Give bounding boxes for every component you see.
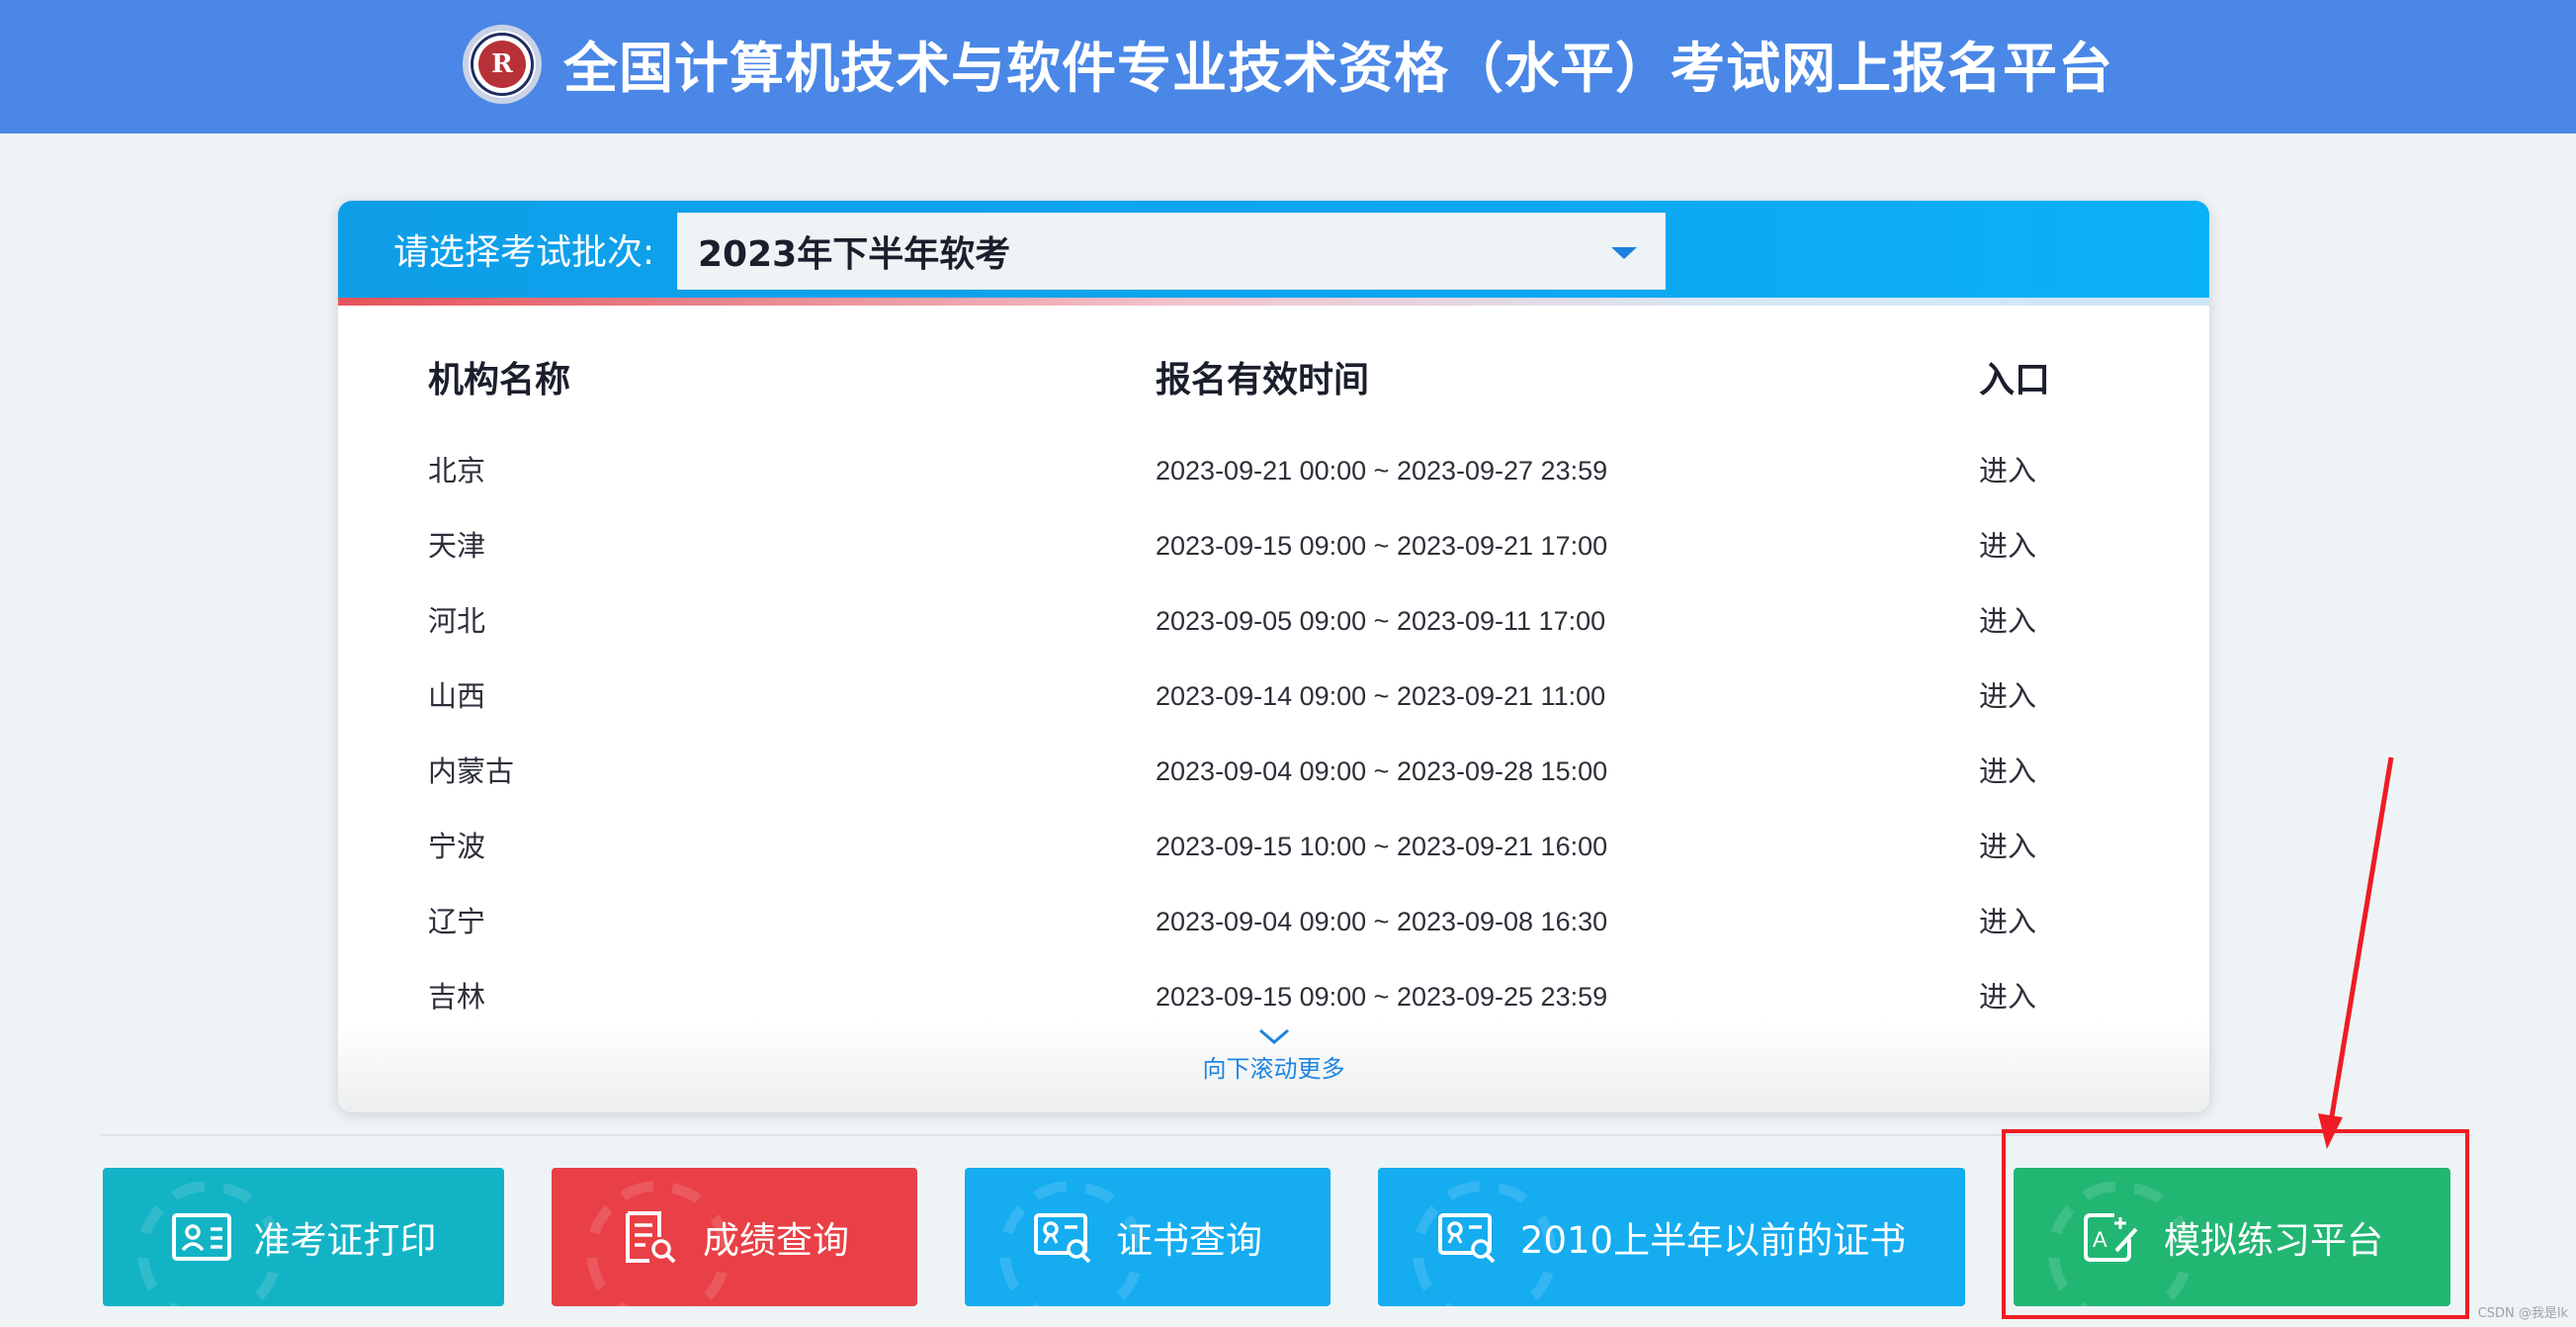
org-name: 辽宁 (428, 905, 486, 938)
table-row: 内蒙古 2023-09-04 09:00 ~ 2023-09-28 15:00 … (338, 734, 2209, 809)
document-search-icon (626, 1211, 676, 1264)
enter-link[interactable]: 进入 (1979, 433, 2036, 508)
watermark: CSDN @我是lk (2477, 1306, 2568, 1321)
registration-time: 2023-09-21 00:00 ~ 2023-09-27 23:59 (1156, 456, 1608, 486)
table-row: 宁波 2023-09-15 10:00 ~ 2023-09-21 16:00 进… (338, 809, 2209, 884)
enter-link[interactable]: 进入 (1979, 884, 2036, 959)
column-header-entry: 入口 (1979, 360, 2051, 400)
column-header-org: 机构名称 (428, 360, 571, 400)
admission-ticket-print-button[interactable]: ◌ 准考证打印 (103, 1168, 504, 1306)
registration-time: 2023-09-14 09:00 ~ 2023-09-21 11:00 (1156, 681, 1606, 711)
enter-link[interactable]: 进入 (1979, 809, 2036, 884)
score-query-button[interactable]: ◌ 成绩查询 (552, 1168, 917, 1306)
registration-time: 2023-09-04 09:00 ~ 2023-09-28 15:00 (1156, 756, 1608, 786)
top-header: R 全国计算机技术与软件专业技术资格（水平）考试网上报名平台 (0, 0, 2576, 133)
enter-link[interactable]: 进入 (1979, 508, 2036, 583)
org-name: 天津 (428, 529, 486, 563)
certificate-query-button[interactable]: ◌ 证书查询 (965, 1168, 1331, 1306)
table-row: 北京 2023-09-21 00:00 ~ 2023-09-27 23:59 进… (338, 433, 2209, 508)
table-row: 河北 2023-09-05 09:00 ~ 2023-09-11 17:00 进… (338, 583, 2209, 659)
registration-time: 2023-09-05 09:00 ~ 2023-09-11 17:00 (1156, 606, 1606, 636)
table-row: 山西 2023-09-14 09:00 ~ 2023-09-21 11:00 进… (338, 659, 2209, 734)
button-label: 准考证打印 (253, 1219, 437, 1262)
chevron-down-icon (1258, 1028, 1289, 1044)
table-row: 天津 2023-09-15 09:00 ~ 2023-09-21 17:00 进… (338, 508, 2209, 583)
org-name: 内蒙古 (428, 754, 515, 788)
chevron-down-icon[interactable] (1611, 247, 1637, 259)
page-title: 全国计算机技术与软件专业技术资格（水平）考试网上报名平台 (562, 36, 2113, 100)
scroll-more-hint[interactable]: 向下滚动更多 (338, 1027, 2209, 1089)
certificate-search-icon (1437, 1213, 1496, 1264)
registration-card: 请选择考试批次: 2023年下半年软考 机构名称 报名有效时间 入口 北京 20… (338, 201, 2209, 1112)
button-label: 2010上半年以前的证书 (1519, 1219, 1907, 1262)
annotation-highlight-box (2002, 1129, 2469, 1319)
batch-label: 请选择考试批次: (393, 232, 655, 273)
button-label: 成绩查询 (703, 1219, 849, 1262)
column-header-time: 报名有效时间 (1156, 360, 1370, 400)
org-name: 宁波 (428, 830, 486, 863)
enter-link[interactable]: 进入 (1979, 734, 2036, 809)
id-card-icon (171, 1213, 231, 1261)
batch-select[interactable]: 2023年下半年软考 (677, 213, 1666, 290)
registration-time: 2023-09-04 09:00 ~ 2023-09-08 16:30 (1156, 907, 1608, 936)
org-name: 河北 (428, 604, 486, 638)
enter-link[interactable]: 进入 (1979, 659, 2036, 734)
registration-time: 2023-09-15 09:00 ~ 2023-09-21 17:00 (1156, 531, 1608, 561)
org-name: 北京 (428, 454, 486, 487)
batch-select-value: 2023年下半年软考 (698, 234, 1011, 275)
table-row: 辽宁 2023-09-04 09:00 ~ 2023-09-08 16:30 进… (338, 884, 2209, 959)
registration-time: 2023-09-15 10:00 ~ 2023-09-21 16:00 (1156, 832, 1608, 861)
scroll-more-label: 向下滚动更多 (1202, 1055, 1345, 1083)
org-name: 山西 (428, 679, 486, 713)
enter-link[interactable]: 进入 (1979, 583, 2036, 659)
platform-logo: R (462, 24, 542, 104)
annotation-arrow (2318, 756, 2394, 1149)
certificate-search-icon (1034, 1213, 1091, 1264)
pre-2010-certificate-button[interactable]: ◌ 2010上半年以前的证书 (1378, 1168, 1965, 1306)
button-label: 证书查询 (1116, 1219, 1262, 1262)
